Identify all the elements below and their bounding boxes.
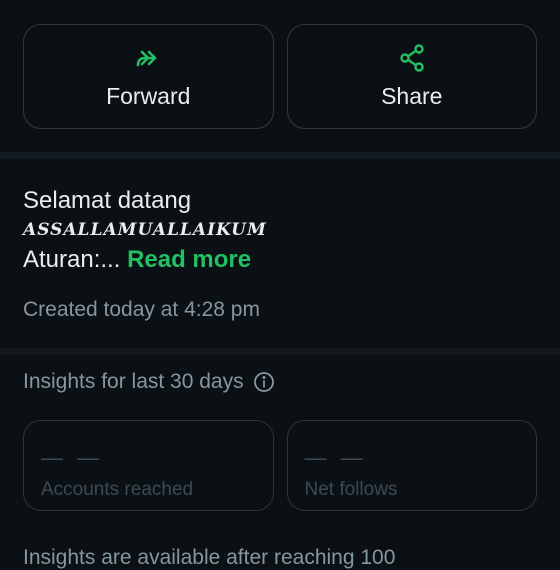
channel-description: Selamat datang ASSALLAMUALLAIKUM Aturan:… [23,184,267,276]
share-icon [400,44,424,72]
insights-header: Insights for last 30 days [23,370,275,394]
description-line: Aturan:... Read more [23,243,267,276]
forward-label: Forward [106,83,191,109]
description-fancy-line: ASSALLAMUALLAIKUM [23,220,267,240]
section-divider [0,348,560,355]
forward-button[interactable]: Forward [23,24,274,129]
read-more-link[interactable]: Read more [127,246,251,273]
section-divider [0,152,560,159]
forward-icon [136,50,157,67]
stat-label: Accounts reached [41,479,194,500]
action-row: Forward Share [23,24,537,129]
share-button[interactable]: Share [286,24,537,129]
info-icon[interactable] [253,371,275,393]
stat-value: — — [304,445,367,470]
insights-title: Insights for last 30 days [23,370,244,393]
net-follows-card: — — Net follows [286,420,537,511]
description-line: Selamat datang [23,187,192,214]
insights-stats: — — Accounts reached — — Net follows [23,420,537,511]
share-label: Share [381,83,443,109]
created-timestamp: Created today at 4:28 pm [23,298,260,321]
insights-footer-note: Insights are available after reaching 10… [23,546,396,569]
description-rules-text: Aturan:... [23,246,121,273]
accounts-reached-card: — — Accounts reached [23,420,274,511]
stat-value: — — [41,445,104,470]
stat-label: Net follows [304,479,398,500]
